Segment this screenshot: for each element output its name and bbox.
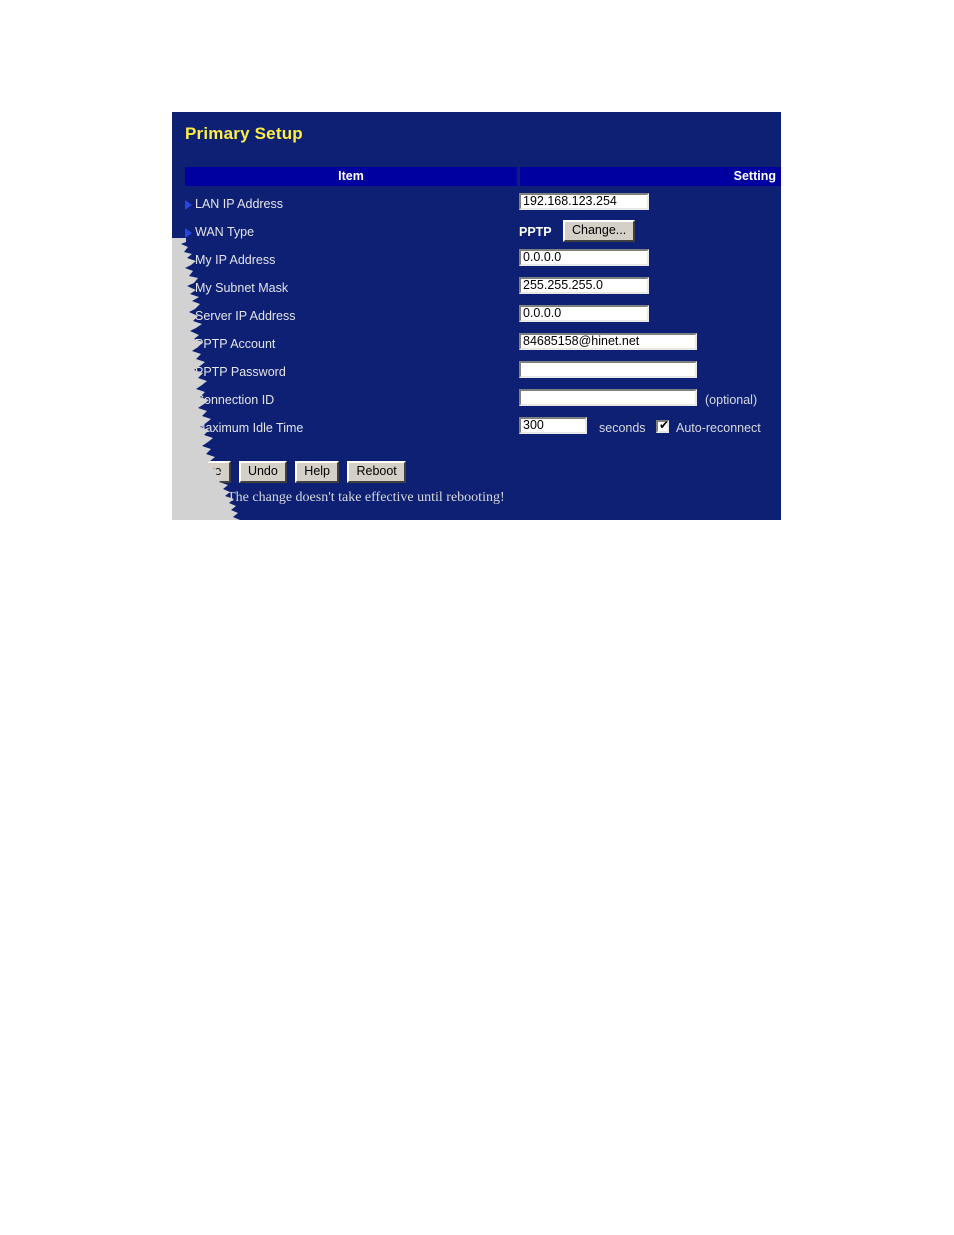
table-header-setting: Setting bbox=[520, 167, 781, 186]
triangle-bullet-icon bbox=[185, 312, 192, 322]
page-title: Primary Setup bbox=[185, 124, 303, 143]
help-button[interactable]: Help bbox=[295, 461, 340, 483]
table-row: Connection ID (optional) bbox=[185, 388, 781, 416]
pptp-account-input[interactable]: 84685158@hinet.net bbox=[519, 333, 697, 350]
row-label: PPTP Account bbox=[195, 337, 276, 351]
triangle-bullet-icon bbox=[185, 256, 192, 266]
check-mark-icon: ✔ bbox=[659, 418, 670, 432]
maximum-idle-time-input[interactable]: 300 bbox=[519, 417, 587, 434]
wan-type-value: PPTP bbox=[519, 225, 552, 239]
table-row: LAN IP Address 192.168.123.254 bbox=[185, 192, 781, 220]
my-ip-address-input[interactable]: 0.0.0.0 bbox=[519, 249, 649, 266]
triangle-bullet-icon bbox=[185, 368, 192, 378]
row-label: My IP Address bbox=[195, 253, 276, 267]
reboot-button[interactable]: Reboot bbox=[347, 461, 406, 483]
action-button-bar: Save Undo Help Reboot bbox=[184, 461, 410, 485]
save-button[interactable]: Save bbox=[184, 461, 231, 483]
table-header-row: Item Setting bbox=[185, 167, 781, 186]
table-header-item-label: Item bbox=[338, 169, 364, 183]
undo-button[interactable]: Undo bbox=[238, 461, 287, 483]
table-row: My Subnet Mask 255.255.255.0 bbox=[185, 276, 781, 304]
lan-ip-address-input[interactable]: 192.168.123.254 bbox=[519, 193, 649, 210]
row-label: Server IP Address bbox=[195, 309, 296, 323]
row-label: LAN IP Address bbox=[195, 197, 284, 211]
table-row: Server IP Address 0.0.0.0 bbox=[185, 304, 781, 332]
row-label: Connection ID bbox=[195, 393, 275, 407]
auto-reconnect-label: Auto-reconnect bbox=[676, 421, 761, 435]
status-message: Saved! The change doesn't take effective… bbox=[185, 490, 505, 505]
table-header-setting-label: Setting bbox=[733, 169, 776, 183]
connection-id-optional-note: (optional) bbox=[705, 393, 758, 407]
row-label: Maximum Idle Time bbox=[195, 421, 304, 435]
triangle-bullet-icon bbox=[185, 340, 192, 350]
table-row: My IP Address 0.0.0.0 bbox=[185, 248, 781, 276]
wan-type-change-button[interactable]: Change... bbox=[563, 220, 636, 242]
row-label: WAN Type bbox=[195, 225, 255, 239]
triangle-bullet-icon bbox=[185, 284, 192, 294]
primary-setup-panel: Primary Setup Item Setting LAN IP Addres… bbox=[172, 112, 781, 520]
table-row: Maximum Idle Time 300 seconds ✔ Auto-rec… bbox=[185, 416, 781, 444]
table-row: PPTP Password bbox=[185, 360, 781, 388]
triangle-bullet-icon bbox=[185, 424, 192, 434]
pptp-password-input[interactable] bbox=[519, 361, 697, 378]
idle-time-units-label: seconds bbox=[599, 421, 646, 435]
connection-id-input[interactable] bbox=[519, 389, 697, 406]
table-row: WAN Type PPTP Change... bbox=[185, 220, 781, 248]
row-label: PPTP Password bbox=[195, 365, 286, 379]
table-row: PPTP Account 84685158@hinet.net bbox=[185, 332, 781, 360]
server-ip-address-input[interactable]: 0.0.0.0 bbox=[519, 305, 649, 322]
triangle-bullet-icon bbox=[185, 396, 192, 406]
triangle-bullet-icon bbox=[185, 200, 192, 210]
row-label: My Subnet Mask bbox=[195, 281, 289, 295]
table-header-item: Item bbox=[185, 167, 517, 186]
auto-reconnect-checkbox[interactable]: ✔ bbox=[656, 418, 670, 433]
triangle-bullet-icon bbox=[185, 228, 192, 238]
my-subnet-mask-input[interactable]: 255.255.255.0 bbox=[519, 277, 649, 294]
